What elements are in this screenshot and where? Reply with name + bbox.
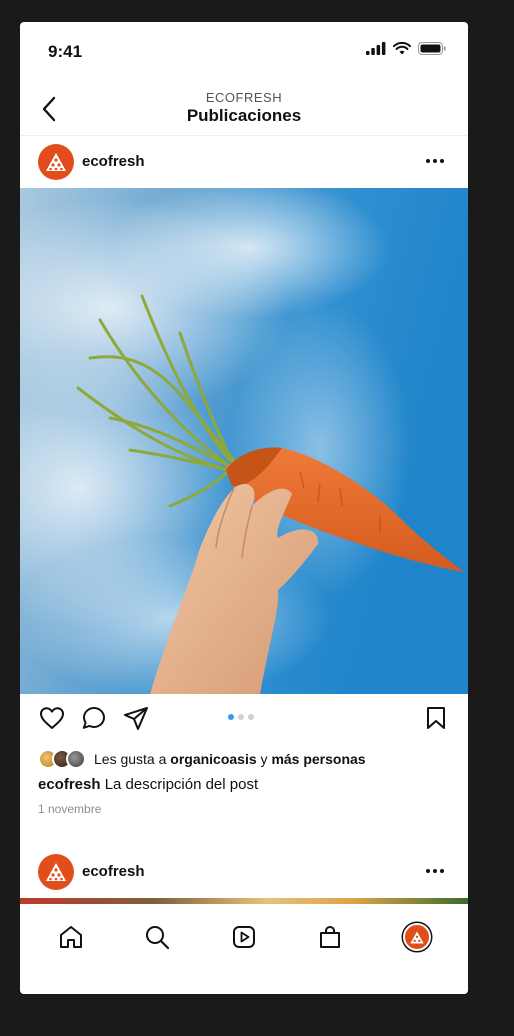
post-actions: [20, 702, 468, 734]
reels-icon: [233, 926, 255, 948]
avatar[interactable]: [38, 854, 74, 890]
liker-avatars: [38, 749, 88, 769]
post-username[interactable]: ecofresh: [82, 153, 145, 170]
likes-user[interactable]: organicoasis: [170, 751, 256, 767]
home-icon: [60, 926, 82, 948]
tab-shop[interactable]: [315, 922, 345, 952]
battery-icon: [418, 42, 446, 55]
page-title: Publicaciones: [186, 106, 302, 125]
post-image[interactable]: [20, 188, 468, 694]
phone-screen: 9:41 ECOFRESH Publicaciones ecofresh Les…: [20, 22, 468, 994]
post-date: 1 novembre: [38, 802, 102, 816]
caption-username[interactable]: ecofresh: [38, 776, 101, 793]
ecofresh-logo: [46, 153, 66, 171]
post-header: ecofresh: [20, 136, 468, 188]
heart-icon[interactable]: [38, 704, 66, 732]
status-bar: 9:41: [20, 22, 468, 82]
likes-conj: y: [260, 751, 268, 767]
comment-icon[interactable]: [80, 704, 108, 732]
more-options-icon[interactable]: [424, 860, 446, 882]
carousel-dot: [248, 714, 254, 720]
top-nav: ECOFRESH Publicaciones: [20, 82, 468, 136]
tab-reels[interactable]: [229, 922, 259, 952]
header-brand: ECOFRESH: [205, 90, 283, 105]
post-caption: ecofresh La descripción del post: [38, 776, 258, 793]
profile-avatar: [403, 923, 431, 951]
wifi-icon: [393, 42, 411, 55]
likes-prefix: Les gusta a: [94, 751, 167, 767]
status-icons: [366, 42, 446, 55]
likes-row[interactable]: Les gusta a organicoasis y más personas: [38, 748, 366, 770]
search-icon: [146, 926, 170, 950]
carousel-indicator: [228, 714, 254, 720]
bookmark-icon[interactable]: [422, 704, 450, 732]
post-username[interactable]: ecofresh: [82, 863, 145, 880]
bottom-tab-bar: [20, 904, 468, 994]
tab-search[interactable]: [142, 922, 172, 952]
carousel-dot-active: [228, 714, 234, 720]
avatar[interactable]: [38, 144, 74, 180]
carousel-dot: [238, 714, 244, 720]
more-options-icon[interactable]: [424, 150, 446, 172]
ecofresh-logo: [46, 863, 66, 881]
liker-avatar: [66, 749, 86, 769]
tab-profile[interactable]: [402, 922, 432, 952]
shop-icon: [320, 925, 340, 948]
likes-others[interactable]: más personas: [271, 751, 365, 767]
carrot-photo: [20, 188, 468, 694]
status-time: 9:41: [48, 42, 83, 61]
tab-home[interactable]: [56, 922, 86, 952]
share-icon[interactable]: [122, 704, 150, 732]
ecofresh-logo: [410, 931, 424, 943]
signal-icon: [366, 42, 386, 55]
caption-text: La descripción del post: [104, 776, 259, 793]
post-header: ecofresh: [20, 846, 468, 898]
